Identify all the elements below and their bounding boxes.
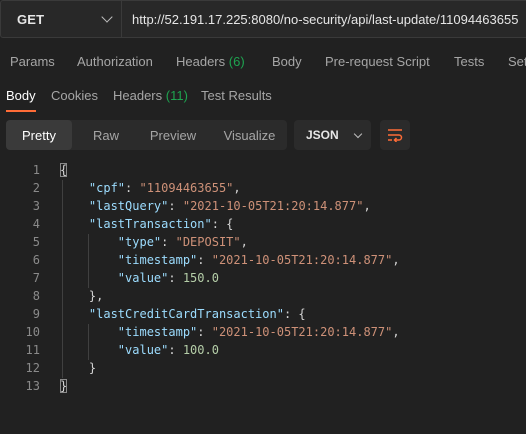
tab-headers[interactable]: Headers (6) xyxy=(176,54,245,69)
method-label: GET xyxy=(17,11,45,27)
tab-prerequest-script[interactable]: Pre-request Script xyxy=(325,54,430,69)
request-bar: GET http://52.191.17.225:8080/no-securit… xyxy=(0,0,526,38)
wrap-lines-icon xyxy=(388,129,403,142)
close-object: }, xyxy=(88,289,104,303)
line-number: 9 xyxy=(32,307,40,321)
json-string: "11094463655" xyxy=(139,181,234,195)
line-number: 4 xyxy=(32,217,40,231)
json-string: "2021-10-05T21:20:14.877" xyxy=(211,325,393,339)
chevron-down-icon xyxy=(353,129,363,138)
json-string: "2021-10-05T21:20:14.877" xyxy=(182,199,364,213)
headers-count: (6) xyxy=(228,54,245,69)
line-number: 8 xyxy=(32,289,40,303)
code-line: 9 "lastCreditCardTransaction": { xyxy=(0,306,526,324)
url-text: http://52.191.17.225:8080/no-security/ap… xyxy=(132,11,519,27)
tab-authorization[interactable]: Authorization xyxy=(77,54,153,69)
json-key: "type" xyxy=(117,235,162,249)
response-tabs: Body Cookies Headers (11) Test Results xyxy=(0,82,526,112)
format-label: JSON xyxy=(306,128,339,142)
line-number: 10 xyxy=(25,325,40,339)
tab-body[interactable]: Body xyxy=(272,54,302,69)
code-line: 5 "type": "DEPOSIT", xyxy=(0,234,526,252)
tab-tests[interactable]: Tests xyxy=(454,54,484,69)
line-number: 6 xyxy=(32,253,40,267)
raw-button[interactable]: Raw xyxy=(76,120,136,150)
view-mode-group: Pretty Raw Preview Visualize xyxy=(6,120,287,150)
code-line: 1 { xyxy=(0,162,526,180)
json-key: "lastTransaction" xyxy=(88,217,212,231)
response-tab-cookies[interactable]: Cookies xyxy=(51,88,98,103)
line-number: 5 xyxy=(32,235,40,249)
tab-params[interactable]: Params xyxy=(10,54,55,69)
chevron-down-icon xyxy=(101,11,113,23)
code-line: 7 "value": 150.0 xyxy=(0,270,526,288)
json-key: "timestamp" xyxy=(117,325,198,339)
format-select[interactable]: JSON xyxy=(294,120,371,150)
wrap-lines-button[interactable] xyxy=(380,120,410,150)
json-key: "lastCreditCardTransaction" xyxy=(88,307,284,321)
code-line: 2 "cpf": "11094463655", xyxy=(0,180,526,198)
code-line: 10 "timestamp": "2021-10-05T21:20:14.877… xyxy=(0,324,526,342)
json-key: "lastQuery" xyxy=(88,199,169,213)
url-input[interactable]: http://52.191.17.225:8080/no-security/ap… xyxy=(122,0,526,38)
code-line: 3 "lastQuery": "2021-10-05T21:20:14.877"… xyxy=(0,198,526,216)
close-object: } xyxy=(88,361,97,375)
code-line: 8 }, xyxy=(0,288,526,306)
json-key: "value" xyxy=(117,271,169,285)
json-key: "value" xyxy=(117,343,169,357)
response-tab-headers[interactable]: Headers (11) xyxy=(113,88,188,103)
line-number: 7 xyxy=(32,271,40,285)
code-line: 4 "lastTransaction": { xyxy=(0,216,526,234)
json-string: "DEPOSIT" xyxy=(175,235,241,249)
open-brace: { xyxy=(60,163,68,177)
line-number: 13 xyxy=(25,379,40,393)
json-key: "timestamp" xyxy=(117,253,198,267)
visualize-button[interactable]: Visualize xyxy=(212,120,287,150)
preview-button[interactable]: Preview xyxy=(136,120,210,150)
line-number: 12 xyxy=(25,361,40,375)
json-key: "cpf" xyxy=(88,181,126,195)
pretty-button[interactable]: Pretty xyxy=(6,120,72,150)
line-number: 11 xyxy=(25,343,40,357)
line-number: 1 xyxy=(32,163,40,177)
active-tab-underline xyxy=(6,110,36,112)
json-string: "2021-10-05T21:20:14.877" xyxy=(211,253,393,267)
json-number: 150.0 xyxy=(182,271,219,285)
line-number: 2 xyxy=(32,181,40,195)
response-headers-count: (11) xyxy=(165,88,188,103)
response-tab-headers-label: Headers xyxy=(113,88,163,103)
line-number: 3 xyxy=(32,199,40,213)
code-line: 6 "timestamp": "2021-10-05T21:20:14.877"… xyxy=(0,252,526,270)
response-tab-body[interactable]: Body xyxy=(6,88,36,103)
response-tab-test-results[interactable]: Test Results xyxy=(201,88,272,103)
json-number: 100.0 xyxy=(182,343,219,357)
code-line: 12 } xyxy=(0,360,526,378)
close-brace: } xyxy=(60,379,68,393)
tab-headers-label: Headers xyxy=(176,54,226,69)
code-line: 13 } xyxy=(0,378,526,396)
code-line: 11 "value": 100.0 xyxy=(0,342,526,360)
method-select[interactable]: GET xyxy=(0,0,122,38)
tab-settings[interactable]: Set xyxy=(508,54,526,69)
